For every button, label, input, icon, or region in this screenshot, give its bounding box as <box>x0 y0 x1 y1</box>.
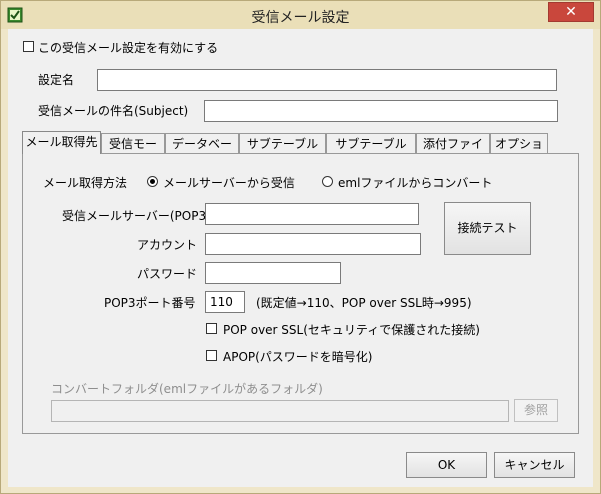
enable-checkbox-label: この受信メール設定を有効にする <box>38 41 219 55</box>
account-input[interactable] <box>205 233 421 255</box>
radio-eml-file-label: emlファイルからコンバート <box>338 176 493 190</box>
tab-subtable-1[interactable]: サブテーブル(1) <box>239 133 326 171</box>
radio-mail-server[interactable] <box>147 176 158 187</box>
tab-options[interactable]: オプション <box>490 133 548 171</box>
window-title: 受信メール設定 <box>251 10 350 26</box>
pop-over-ssl-label: POP over SSL(セキュリティで保護された接続) <box>223 323 480 337</box>
enable-checkbox[interactable] <box>23 41 34 52</box>
fetch-method-label: メール取得方法 <box>43 176 128 190</box>
settings-name-input[interactable] <box>97 69 557 91</box>
tab-receive-mode[interactable]: 受信モード <box>101 133 165 171</box>
tab-attachments[interactable]: 添付ファイル <box>416 133 490 171</box>
tab-database[interactable]: データベース <box>165 133 239 171</box>
account-label: アカウント <box>137 238 198 252</box>
apop-checkbox[interactable] <box>206 350 217 361</box>
password-label: パスワード <box>137 267 198 281</box>
pop3-port-label: POP3ポート番号 <box>104 296 196 310</box>
ok-button[interactable]: OK <box>406 452 487 478</box>
convert-folder-label: コンバートフォルダ(emlファイルがあるフォルダ) <box>51 382 323 396</box>
pop3-port-hint: (既定値→110、POP over SSL時→995) <box>256 296 472 310</box>
cancel-button[interactable]: キャンセル <box>494 452 575 478</box>
pop3-port-input[interactable] <box>205 291 245 313</box>
pop-over-ssl-checkbox[interactable] <box>206 323 217 334</box>
dialog-window: 受信メール設定 ✕ この受信メール設定を有効にする 設定名 受信メールの件名(S… <box>0 0 601 494</box>
convert-folder-input[interactable] <box>51 400 509 422</box>
radio-eml-file[interactable] <box>322 176 333 187</box>
password-input[interactable] <box>205 262 341 284</box>
tab-subtable-2[interactable]: サブテーブル(2) <box>326 133 416 171</box>
tab-mail-source[interactable]: メール取得先 <box>22 131 101 154</box>
subject-input[interactable] <box>204 100 558 122</box>
connect-test-button[interactable]: 接続テスト <box>444 202 531 255</box>
pop3-server-input[interactable] <box>205 203 419 225</box>
settings-name-label: 設定名 <box>38 73 75 87</box>
subject-label: 受信メールの件名(Subject) <box>38 104 189 118</box>
radio-mail-server-label: メールサーバーから受信 <box>163 176 295 190</box>
title-bar: 受信メール設定 ✕ <box>1 1 600 29</box>
apop-label: APOP(パスワードを暗号化) <box>223 350 373 364</box>
close-button[interactable]: ✕ <box>548 2 594 22</box>
pop3-server-label: 受信メールサーバー(POP3) <box>62 209 211 223</box>
browse-button[interactable]: 参照 <box>514 399 558 422</box>
